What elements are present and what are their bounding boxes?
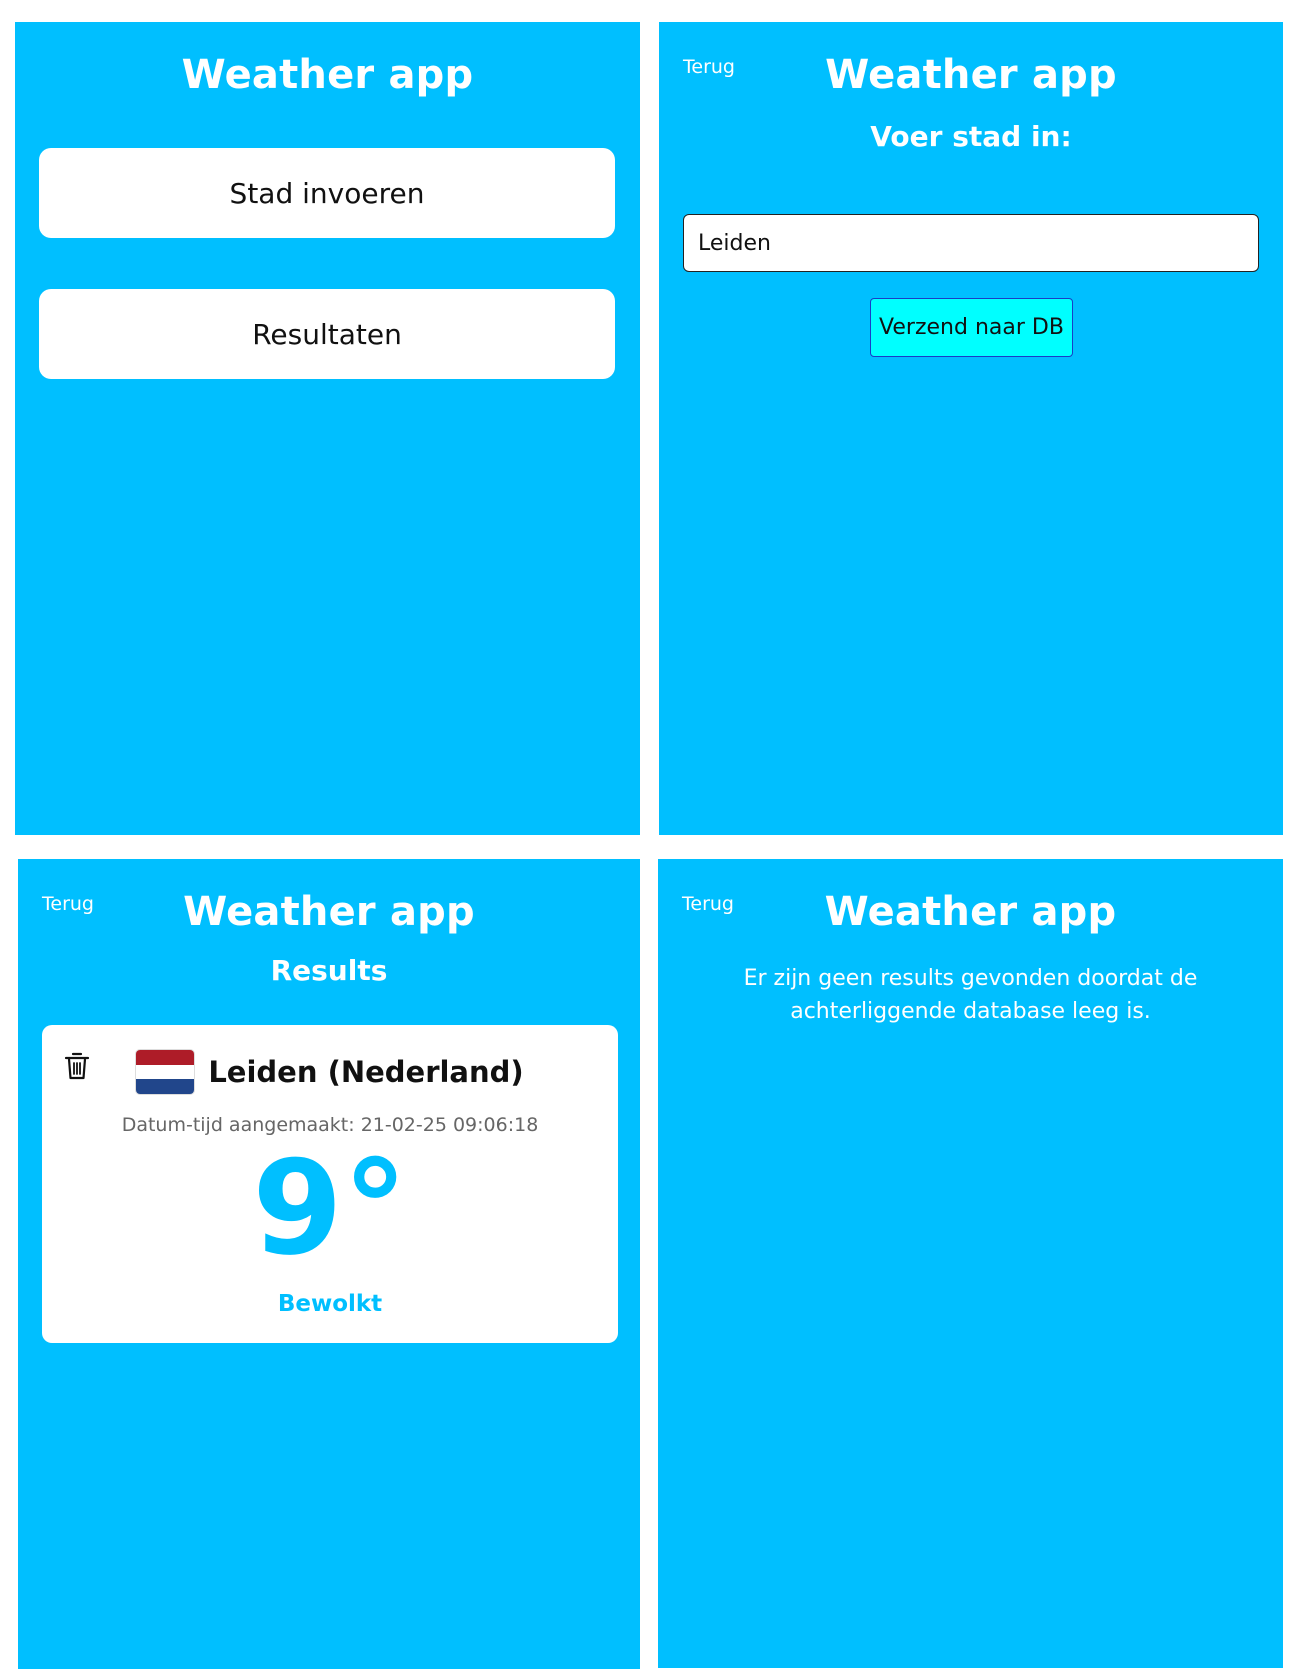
empty-database-message: Er zijn geen results gevonden doordat de…	[743, 966, 1198, 1024]
city-name: Leiden (Nederland)	[208, 1055, 524, 1089]
app-title: Weather app	[181, 52, 474, 98]
result-card: Leiden (Nederland) Datum-tijd aangemaakt…	[42, 1025, 618, 1343]
empty-results-screen: Terug Weather app Er zijn geen results g…	[658, 859, 1283, 1668]
app-title: Weather app	[825, 52, 1117, 98]
flag-stripe-red	[136, 1050, 195, 1065]
results-screen: Terug Weather app Results Leiden (Nederl…	[18, 859, 640, 1669]
flag-stripe-blue	[136, 1079, 195, 1094]
city-input[interactable]	[683, 214, 1259, 272]
temperature-value: 9°	[252, 1132, 408, 1284]
weather-condition: Bewolkt	[277, 1291, 383, 1317]
city-input-screen: Terug Weather app Voer stad in: Verzend …	[659, 22, 1283, 835]
netherlands-flag	[136, 1050, 195, 1094]
results-heading: Results	[270, 954, 388, 987]
app-title: Weather app	[183, 889, 475, 935]
stad-invoeren-button[interactable]: Stad invoeren	[39, 148, 615, 238]
city-row: Leiden (Nederland)	[42, 1049, 618, 1095]
resultaten-button[interactable]: Resultaten	[39, 289, 615, 379]
app-title: Weather app	[824, 889, 1117, 935]
flag-stripe-white	[136, 1064, 195, 1080]
send-to-db-button[interactable]: Verzend naar DB	[870, 298, 1073, 357]
home-screen: Weather app Stad invoeren Resultaten	[15, 22, 640, 835]
city-prompt-heading: Voer stad in:	[870, 120, 1072, 153]
